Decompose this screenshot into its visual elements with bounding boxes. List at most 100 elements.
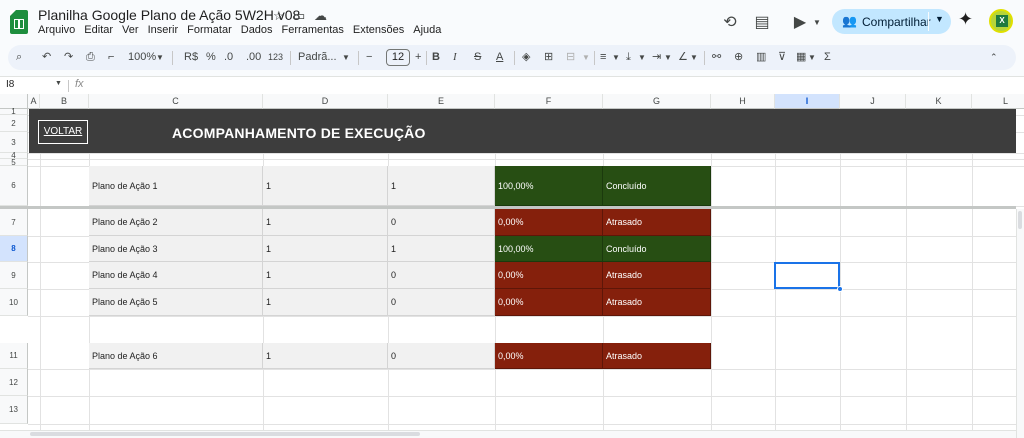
column-header-g[interactable]: G [603, 94, 711, 109]
insert-chart-icon[interactable]: ▥ [756, 50, 766, 65]
table-cell-done[interactable]: 1 [388, 236, 495, 262]
row-header-11[interactable]: 11 [0, 343, 28, 369]
table-cell-done[interactable]: 0 [388, 262, 495, 289]
meet-dropdown-icon[interactable]: ▼ [806, 12, 828, 34]
decrease-decimal-button[interactable]: .0 [224, 50, 233, 65]
row-header-12[interactable]: 12 [0, 369, 28, 396]
share-dropdown-icon[interactable]: ▼ [935, 14, 944, 24]
vertical-scrollbar[interactable] [1016, 209, 1024, 438]
decrease-font-size-icon[interactable]: − [366, 50, 372, 65]
menu-item-6[interactable]: Ferramentas [282, 24, 349, 36]
menu-item-4[interactable]: Formatar [187, 24, 237, 36]
column-header-c[interactable]: C [89, 94, 263, 109]
table-cell-plan[interactable]: Plano de Ação 4 [89, 262, 263, 289]
increase-decimal-button[interactable]: .00 [246, 50, 261, 65]
vertical-align-icon[interactable]: ⤓ [626, 50, 631, 65]
percent-format-button[interactable]: % [206, 50, 216, 65]
insert-comment-icon[interactable]: ⊕ [734, 50, 743, 65]
active-cell-selection[interactable] [774, 262, 840, 289]
row-header-2[interactable]: 2 [0, 115, 28, 132]
table-cell-scheduled[interactable]: 1 [263, 289, 388, 316]
table-cell-percent[interactable]: 100,00% [495, 236, 603, 262]
undo-icon[interactable]: ↶ [42, 50, 51, 65]
table-cell-percent[interactable]: 0,00% [495, 262, 603, 289]
increase-font-size-icon[interactable]: + [415, 50, 421, 65]
menu-item-3[interactable]: Inserir [148, 24, 184, 36]
cloud-status-icon[interactable]: ☁ [314, 8, 327, 24]
column-header-e[interactable]: E [388, 94, 495, 109]
fill-color-icon[interactable]: ◈ [522, 50, 530, 65]
merge-cells-icon[interactable]: ⊟ [566, 50, 575, 65]
column-header-d[interactable]: D [263, 94, 388, 109]
table-cell-scheduled[interactable]: 1 [263, 343, 388, 369]
menu-item-0[interactable]: Arquivo [38, 24, 80, 36]
zoom-dropdown-icon[interactable]: ▼ [156, 50, 164, 65]
insert-link-icon[interactable]: ⚯ [712, 50, 721, 65]
table-cell-scheduled[interactable]: 1 [263, 209, 388, 236]
column-header-j[interactable]: J [840, 94, 906, 109]
table-cell-percent[interactable]: 0,00% [495, 343, 603, 369]
vertical-scroll-thumb[interactable] [1018, 211, 1022, 229]
version-history-icon[interactable]: ⟲ [719, 12, 741, 34]
voltar-button[interactable]: VOLTAR [38, 120, 88, 144]
text-color-icon[interactable]: A [496, 50, 503, 65]
filter-views-icon[interactable]: ▦ [796, 50, 806, 65]
name-box-dropdown-icon[interactable]: ▼ [55, 80, 62, 87]
comments-icon[interactable]: ▤ [751, 12, 773, 34]
collapse-toolbar-icon[interactable]: ⌃ [990, 50, 998, 65]
star-icon[interactable]: ☆ [273, 8, 285, 24]
filter-views-dropdown-icon[interactable]: ▼ [808, 50, 816, 65]
table-cell-scheduled[interactable]: 1 [263, 262, 388, 289]
fill-handle[interactable] [837, 286, 843, 292]
table-cell-done[interactable]: 0 [388, 343, 495, 369]
borders-icon[interactable]: ⊞ [544, 50, 553, 65]
row-header-5[interactable]: 5 [0, 158, 28, 167]
bold-button[interactable]: B [432, 50, 440, 65]
table-cell-plan[interactable]: Plano de Ação 3 [89, 236, 263, 262]
column-header-b[interactable]: B [40, 94, 89, 109]
table-cell-status[interactable]: Atrasado [603, 209, 711, 236]
table-cell-scheduled[interactable]: 1 [263, 166, 388, 206]
gemini-sparkle-icon[interactable]: ✦ [958, 9, 973, 30]
share-button[interactable]: 👥 Compartilhar ▼ [832, 9, 951, 34]
font-dropdown-icon[interactable]: ▼ [342, 50, 350, 65]
text-wrap-icon[interactable]: ⇥ [652, 50, 661, 65]
text-rotation-icon[interactable]: ∠ [678, 50, 688, 65]
row-header-7[interactable]: 7 [0, 209, 28, 236]
table-cell-status[interactable]: Atrasado [603, 262, 711, 289]
table-cell-percent[interactable]: 0,00% [495, 289, 603, 316]
halign-dropdown-icon[interactable]: ▼ [612, 50, 620, 65]
column-header-f[interactable]: F [495, 94, 603, 109]
valign-dropdown-icon[interactable]: ▼ [638, 50, 646, 65]
menu-item-7[interactable]: Extensões [353, 24, 409, 36]
move-folder-icon[interactable]: ▭ [293, 8, 305, 24]
row-header-3[interactable]: 3 [0, 132, 28, 153]
search-menus-icon[interactable]: ⌕ [16, 50, 22, 65]
paint-format-icon[interactable]: ⌐ [108, 50, 114, 65]
wrap-dropdown-icon[interactable]: ▼ [664, 50, 672, 65]
table-cell-plan[interactable]: Plano de Ação 6 [89, 343, 263, 369]
print-icon[interactable]: ⎙ [86, 50, 95, 65]
table-cell-status[interactable]: Atrasado [603, 289, 711, 316]
menu-item-5[interactable]: Dados [241, 24, 278, 36]
table-cell-status[interactable]: Atrasado [603, 343, 711, 369]
filter-icon[interactable]: ⊽ [778, 50, 786, 65]
row-header-13[interactable]: 13 [0, 396, 28, 424]
table-cell-status[interactable]: Concluído [603, 166, 711, 206]
menu-item-8[interactable]: Ajuda [413, 24, 446, 36]
merge-dropdown-icon[interactable]: ▼ [582, 50, 590, 65]
redo-icon[interactable]: ↷ [64, 50, 73, 65]
font-family-select[interactable]: Padrã... [298, 50, 337, 65]
name-box[interactable]: I8 [6, 79, 14, 90]
column-header-a[interactable]: A [28, 94, 40, 109]
table-cell-done[interactable]: 0 [388, 289, 495, 316]
table-cell-status[interactable]: Concluído [603, 236, 711, 262]
column-header-i[interactable]: I [775, 94, 840, 109]
rotation-dropdown-icon[interactable]: ▼ [690, 50, 698, 65]
table-cell-scheduled[interactable]: 1 [263, 236, 388, 262]
menu-item-2[interactable]: Ver [122, 24, 144, 36]
account-avatar[interactable]: X [989, 9, 1013, 33]
currency-format-button[interactable]: R$ [184, 50, 198, 65]
document-title[interactable]: Planilha Google Plano de Ação 5W2H v08 [38, 7, 300, 23]
sheets-logo-icon[interactable] [10, 10, 28, 34]
